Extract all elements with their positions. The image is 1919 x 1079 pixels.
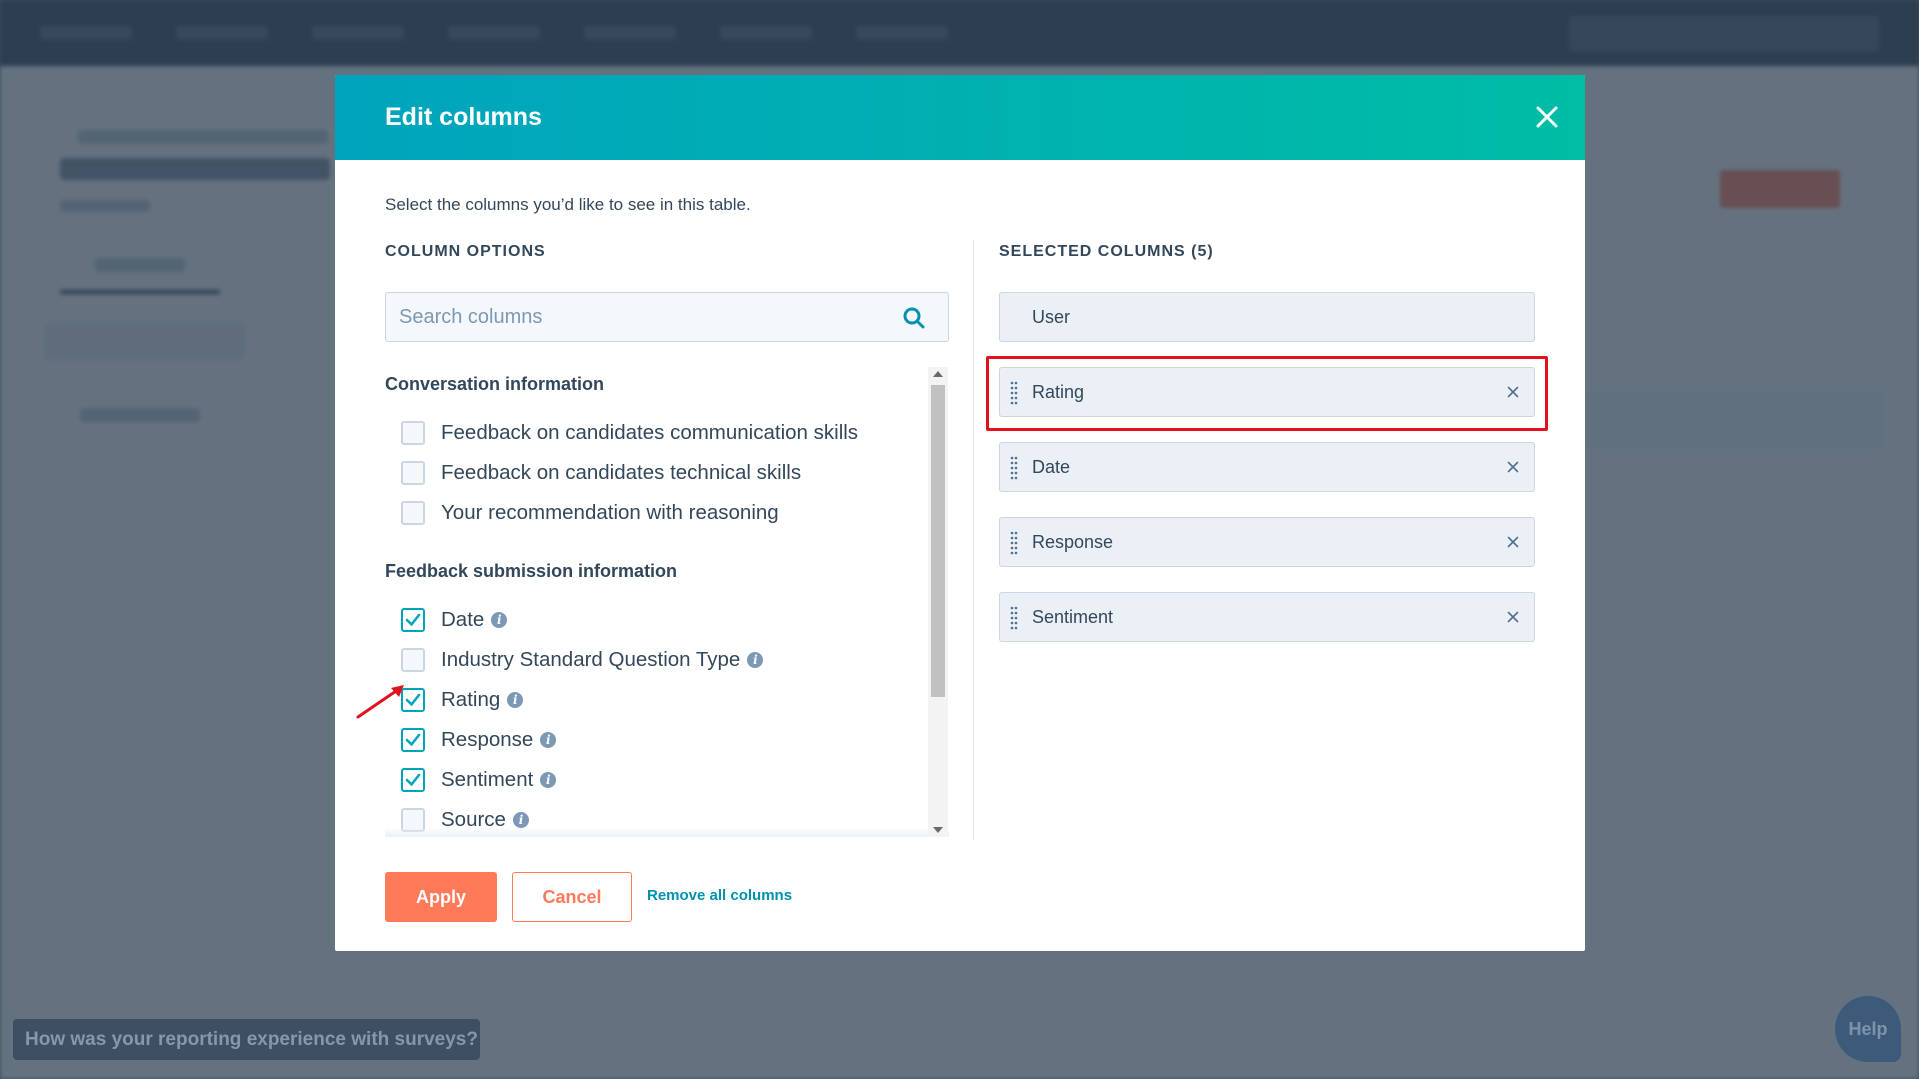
check-icon bbox=[405, 733, 421, 746]
column-option-date[interactable]: Date i bbox=[401, 605, 508, 635]
edit-columns-modal: Edit columns Select the columns you’d li… bbox=[335, 75, 1585, 951]
drag-handle-icon[interactable] bbox=[1010, 455, 1018, 481]
column-option-label: Feedback on candidates communication ski… bbox=[441, 421, 859, 444]
search-icon[interactable] bbox=[902, 306, 926, 330]
column-option-label: Industry Standard Question Type bbox=[441, 648, 741, 671]
column-option-label: Feedback on candidates technical skills bbox=[441, 461, 802, 484]
close-icon[interactable] bbox=[1532, 102, 1562, 132]
scroll-down-arrow-icon[interactable] bbox=[933, 827, 943, 833]
selected-columns-heading: SELECTED COLUMNS (5) bbox=[999, 243, 1214, 260]
selected-column-label: Date bbox=[1032, 457, 1071, 477]
list-fade bbox=[385, 827, 949, 837]
remove-x-icon[interactable] bbox=[1505, 534, 1521, 550]
checkbox-checked[interactable] bbox=[401, 728, 425, 752]
info-icon[interactable]: i bbox=[507, 692, 524, 708]
checkbox-unchecked[interactable] bbox=[401, 421, 425, 445]
checkbox-unchecked[interactable] bbox=[401, 501, 425, 525]
remove-x-icon[interactable] bbox=[1505, 609, 1521, 625]
info-icon[interactable]: i bbox=[540, 772, 557, 788]
drag-handle-icon[interactable] bbox=[1010, 605, 1018, 631]
column-option-label: Date bbox=[441, 608, 485, 631]
column-option[interactable]: Feedback on candidates technical skills bbox=[401, 458, 801, 488]
column-divider bbox=[973, 240, 974, 840]
search-columns-input[interactable] bbox=[386, 293, 886, 341]
checkbox-unchecked[interactable] bbox=[401, 461, 425, 485]
column-options-list: Conversation information Feedback on can… bbox=[385, 367, 949, 837]
column-option-sentiment[interactable]: Sentiment i bbox=[401, 765, 557, 795]
modal-header: Edit columns bbox=[335, 75, 1585, 160]
selected-column-label: User bbox=[1032, 307, 1071, 327]
column-option-industry-standard[interactable]: Industry Standard Question Type i bbox=[401, 645, 764, 675]
modal-description: Select the columns you’d like to see in … bbox=[385, 195, 751, 214]
column-option-label: Rating bbox=[441, 688, 501, 711]
survey-feedback-prompt[interactable]: How was your reporting experience with s… bbox=[13, 1019, 480, 1060]
annotation-arrow-icon bbox=[356, 685, 404, 719]
selected-column-label: Response bbox=[1032, 532, 1114, 552]
selected-column-label: Sentiment bbox=[1032, 607, 1114, 627]
column-option-label: Sentiment bbox=[441, 768, 534, 791]
group-heading-feedback-submission: Feedback submission information bbox=[385, 561, 678, 581]
selected-column-response[interactable]: Response bbox=[999, 517, 1535, 567]
scroll-up-arrow-icon[interactable] bbox=[933, 371, 943, 377]
check-icon bbox=[405, 773, 421, 786]
checkbox-unchecked[interactable] bbox=[401, 648, 425, 672]
check-icon bbox=[405, 693, 421, 706]
help-button[interactable]: Help bbox=[1835, 996, 1901, 1062]
column-options-heading: COLUMN OPTIONS bbox=[385, 243, 546, 260]
check-icon bbox=[405, 613, 421, 626]
selected-column-sentiment[interactable]: Sentiment bbox=[999, 592, 1535, 642]
group-heading-conversation: Conversation information bbox=[385, 374, 605, 394]
remove-x-icon[interactable] bbox=[1505, 459, 1521, 475]
options-scrollbar[interactable] bbox=[928, 367, 948, 837]
column-option-label: Response bbox=[441, 728, 534, 751]
info-icon[interactable]: i bbox=[491, 612, 508, 628]
selected-column-date[interactable]: Date bbox=[999, 442, 1535, 492]
apply-button[interactable]: Apply bbox=[385, 872, 497, 922]
info-icon[interactable]: i bbox=[512, 812, 529, 828]
search-box bbox=[385, 292, 949, 342]
checkbox-checked[interactable] bbox=[401, 608, 425, 632]
remove-all-columns-link[interactable]: Remove all columns bbox=[647, 887, 792, 904]
scroll-thumb[interactable] bbox=[931, 385, 945, 697]
annotation-highlight-box bbox=[986, 356, 1548, 431]
column-option[interactable]: Your recommendation with reasoning bbox=[401, 498, 779, 528]
checkbox-checked[interactable] bbox=[401, 768, 425, 792]
info-icon[interactable]: i bbox=[747, 652, 764, 668]
modal-title: Edit columns bbox=[385, 103, 542, 131]
column-option-rating[interactable]: Rating i bbox=[401, 685, 524, 715]
column-option-response[interactable]: Response i bbox=[401, 725, 557, 755]
selected-column-user: User bbox=[999, 292, 1535, 342]
info-icon[interactable]: i bbox=[540, 732, 557, 748]
cancel-button[interactable]: Cancel bbox=[512, 872, 632, 922]
column-option-label: Your recommendation with reasoning bbox=[441, 501, 779, 524]
column-option[interactable]: Feedback on candidates communication ski… bbox=[401, 418, 858, 448]
drag-handle-icon[interactable] bbox=[1010, 530, 1018, 556]
